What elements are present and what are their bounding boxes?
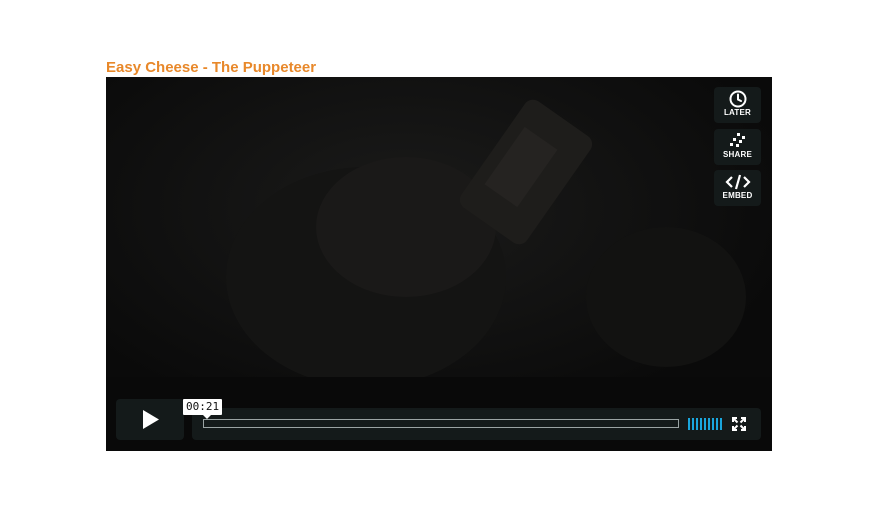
later-button[interactable]: LATER [714, 87, 761, 123]
share-label: SHARE [722, 150, 752, 159]
embed-label: EMBED [722, 191, 753, 200]
video-title[interactable]: Easy Cheese - The Puppeteer [106, 59, 316, 76]
progress-bar[interactable] [203, 419, 679, 428]
code-icon [724, 174, 751, 190]
volume-bars-icon[interactable] [688, 418, 722, 430]
clock-icon [729, 90, 746, 108]
video-frame [106, 77, 772, 451]
play-button[interactable] [116, 399, 184, 440]
play-icon [143, 410, 159, 429]
share-button[interactable]: SHARE [714, 129, 761, 165]
embed-button[interactable]: EMBED [714, 170, 761, 206]
video-player[interactable]: LATER SHARE EMBED 00:21 [106, 77, 772, 451]
fullscreen-icon[interactable] [732, 417, 746, 431]
time-tooltip: 00:21 [183, 399, 223, 419]
control-bar [192, 408, 761, 440]
later-label: LATER [723, 108, 752, 117]
share-icon [729, 133, 745, 147]
